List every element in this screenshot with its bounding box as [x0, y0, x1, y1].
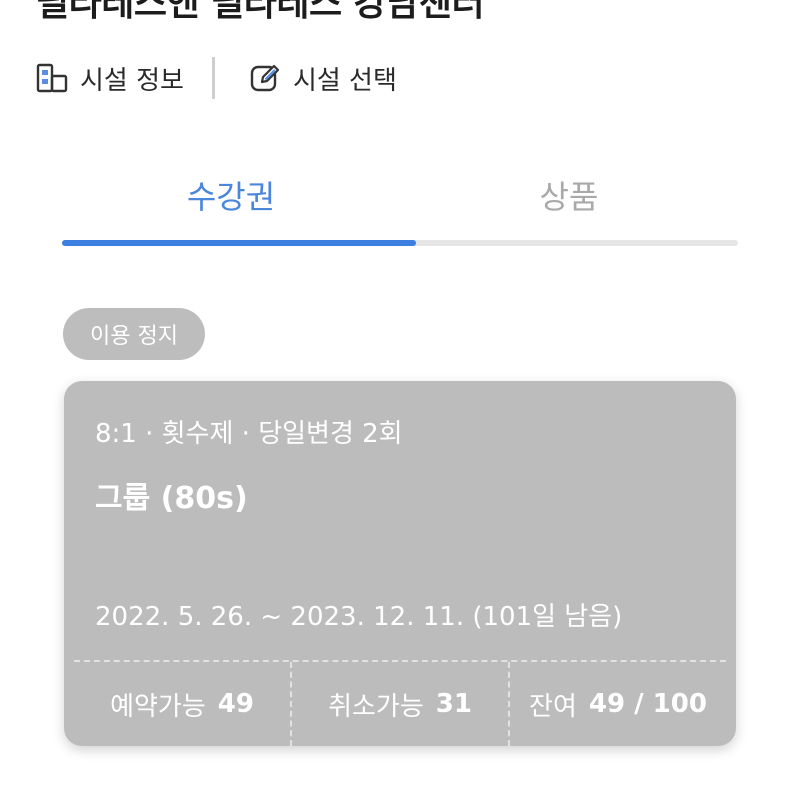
page: 필라테스앤 필라테스 강남센터 시설 정보 시설 선택 수강권 상품 이용 정지… [0, 0, 800, 800]
facility-actions: 시설 정보 시설 선택 [36, 56, 397, 100]
stat-value: 31 [435, 689, 472, 719]
stat-label: 잔여 [529, 691, 577, 722]
pass-stats: 예약가능 49 취소가능 31 잔여 49 / 100 [74, 662, 726, 746]
facility-info-button[interactable]: 시설 정보 [36, 60, 184, 97]
tab-active-indicator [62, 240, 416, 246]
stat-bookable: 예약가능 49 [74, 662, 290, 746]
stat-remaining: 잔여 49 / 100 [508, 662, 726, 746]
pass-card[interactable]: 8:1 · 횟수제 · 당일변경 2회 그룹 (80s) 2022. 5. 26… [64, 381, 736, 746]
stat-label: 취소가능 [328, 691, 424, 722]
facility-select-label: 시설 선택 [292, 65, 397, 96]
tab-passes[interactable]: 수강권 [62, 150, 400, 240]
stat-label: 예약가능 [110, 691, 206, 722]
pass-period: 2022. 5. 26. ~ 2023. 12. 11. (101일 남음) [95, 602, 623, 632]
building-icon [36, 62, 68, 94]
page-title: 필라테스앤 필라테스 강남센터 [36, 0, 485, 24]
facility-info-label: 시설 정보 [80, 65, 184, 96]
action-divider [211, 57, 215, 99]
tab-products[interactable]: 상품 [400, 150, 738, 240]
pass-name: 그룹 (80s) [95, 481, 248, 516]
facility-select-button[interactable]: 시설 선택 [249, 60, 397, 97]
status-badge: 이용 정지 [63, 308, 205, 360]
stat-value: 49 [217, 689, 254, 719]
stat-value: 49 / 100 [588, 689, 707, 719]
tab-bar: 수강권 상품 [62, 150, 738, 246]
edit-icon [249, 62, 281, 94]
stat-cancelable: 취소가능 31 [290, 662, 508, 746]
pass-meta: 8:1 · 횟수제 · 당일변경 2회 [95, 419, 403, 449]
